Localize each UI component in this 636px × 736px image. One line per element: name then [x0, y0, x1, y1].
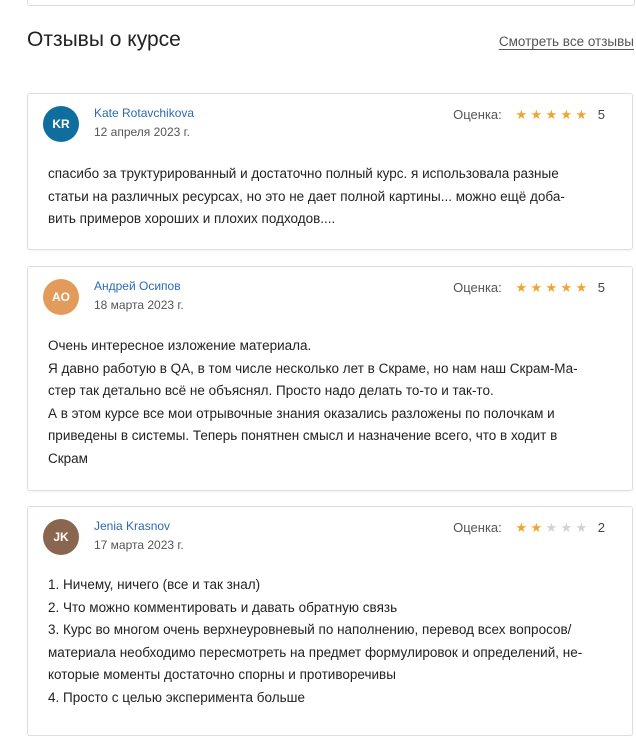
rating: Оценка: ★ ★ ★ ★ ★ 5 — [453, 107, 605, 122]
star-empty-icon: ★ — [560, 519, 573, 535]
see-all-reviews-link[interactable]: Смотреть все отзывы — [499, 34, 634, 49]
review-line: Скрам — [48, 450, 88, 466]
review-line: приведены в системы. Теперь понятнен смы… — [48, 428, 558, 443]
star-filled-icon: ★ — [560, 106, 573, 122]
rating-label: Оценка: — [453, 280, 502, 295]
star-filled-icon: ★ — [560, 279, 573, 295]
star-filled-icon: ★ — [515, 106, 528, 122]
review-line: материала необходимо пересмотреть на пре… — [48, 644, 583, 660]
rating-value: 2 — [597, 520, 605, 535]
rating-stars: ★ ★ ★ ★ ★ — [514, 279, 589, 295]
review-line: 3. Курс во многом очень верхнеуровневый … — [48, 622, 572, 637]
review-text: спасибо за труктурированный и достаточно… — [48, 163, 592, 231]
rating: Оценка: ★ ★ ★ ★ ★ 5 — [453, 280, 605, 295]
star-filled-icon: ★ — [575, 106, 588, 122]
review-line: Очень интересное изложение материала. — [48, 338, 312, 353]
review-card: AO Андрей Осипов 18 марта 2023 г. Оценка… — [27, 266, 633, 491]
rating-label: Оценка: — [453, 520, 502, 535]
review-card: KR Kate Rotavchikova 12 апреля 2023 г. О… — [27, 93, 633, 250]
review-date: 12 апреля 2023 г. — [94, 125, 190, 139]
previous-card-edge — [27, 0, 635, 6]
reviewer-name-link[interactable]: Kate Rotavchikova — [94, 106, 194, 120]
review-line: 1. Ничему, ничего (все и так знал) — [48, 577, 261, 592]
star-filled-icon: ★ — [515, 519, 528, 535]
review-line: 4. Просто с целью эксперимента больше — [48, 689, 305, 705]
rating-stars: ★ ★ ★ ★ ★ — [514, 106, 589, 122]
review-line: стер так детально всё не объяснял. Прост… — [48, 383, 494, 398]
review-line: вить примеров хороших и плохих подходов.… — [48, 211, 336, 226]
star-filled-icon: ★ — [545, 279, 558, 295]
star-empty-icon: ★ — [575, 519, 588, 535]
reviewer-name-link[interactable]: Андрей Осипов — [94, 279, 181, 293]
review-line: статьи на различных ресурсах, но это не … — [48, 188, 565, 204]
review-text: Очень интересное изложение материала. Я … — [48, 335, 592, 470]
rating: Оценка: ★ ★ ★ ★ ★ 2 — [453, 520, 605, 535]
avatar: JK — [43, 519, 79, 555]
reviews-header: Отзывы о курсе Смотреть все отзывы — [27, 28, 635, 58]
avatar: KR — [43, 106, 79, 142]
star-filled-icon: ★ — [530, 106, 543, 122]
rating-stars: ★ ★ ★ ★ ★ — [514, 519, 589, 535]
star-empty-icon: ★ — [545, 519, 558, 535]
review-line: 2. Что можно комментировать и давать обр… — [48, 599, 398, 615]
section-title: Отзывы о курсе — [27, 28, 181, 51]
review-card: JK Jenia Krasnov 17 марта 2023 г. Оценка… — [27, 506, 633, 736]
review-line: которые моменты достаточно спорны и прот… — [48, 667, 396, 682]
rating-value: 5 — [597, 280, 605, 295]
review-text: 1. Ничему, ничего (все и так знал) 2. Чт… — [48, 574, 592, 709]
review-date: 17 марта 2023 г. — [94, 538, 184, 552]
review-line: А в этом курсе все мои отрывочные знания… — [48, 405, 555, 421]
star-filled-icon: ★ — [515, 279, 528, 295]
rating-value: 5 — [597, 107, 605, 122]
star-filled-icon: ★ — [575, 279, 588, 295]
review-line: спасибо за труктурированный и достаточно… — [48, 166, 559, 181]
review-date: 18 марта 2023 г. — [94, 298, 184, 312]
star-filled-icon: ★ — [530, 279, 543, 295]
star-filled-icon: ★ — [530, 519, 543, 535]
star-filled-icon: ★ — [545, 106, 558, 122]
avatar: AO — [43, 279, 79, 315]
reviewer-name-link[interactable]: Jenia Krasnov — [94, 519, 170, 533]
rating-label: Оценка: — [453, 107, 502, 122]
review-line: Я давно работую в QA, в том числе нескол… — [48, 360, 578, 376]
